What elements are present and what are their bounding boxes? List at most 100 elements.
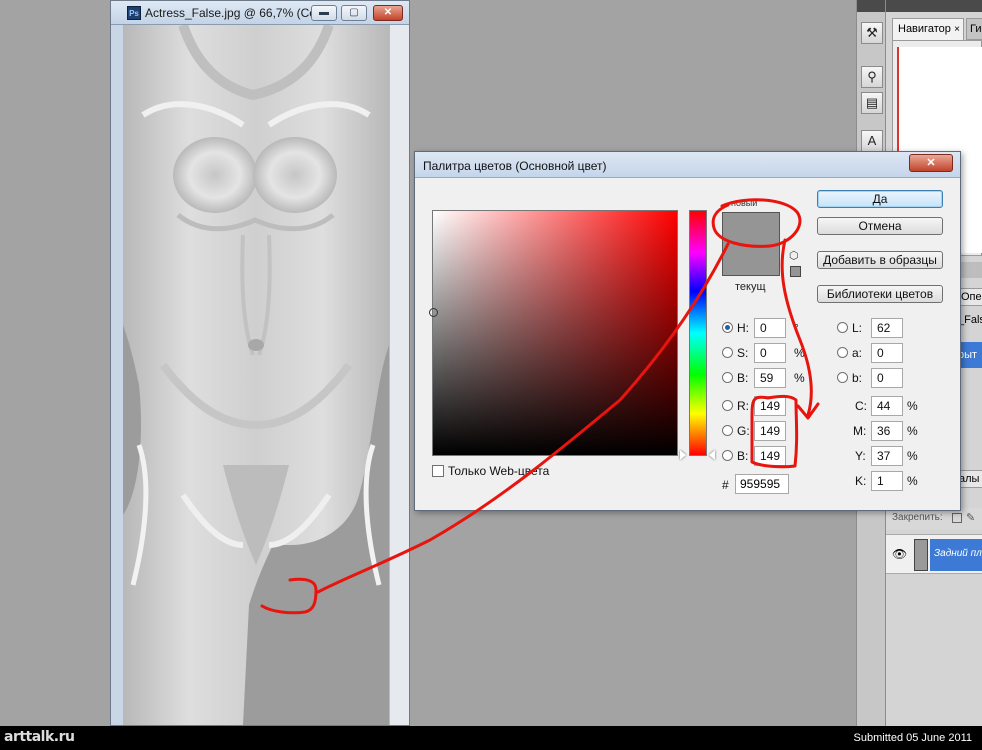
history-item[interactable]: _False [958,314,982,332]
yellow-row: Y: 37 % [851,446,951,466]
hue-row: H: 0 ° [722,318,812,338]
web-safe-cube-icon[interactable]: ⬡ [789,250,801,262]
lab-a-input[interactable]: 0 [871,343,903,363]
document-title: Actress_False.jpg @ 66,7% (Се... [145,6,326,20]
tab-navigator-label: Навигатор [898,23,951,35]
lab-a-row: a: 0 [837,343,927,363]
tab-channels[interactable]: алы [958,470,982,488]
lab-b-row: b: 0 [837,368,927,388]
hue-slider-right-arrow[interactable] [709,450,715,460]
red-row: R: 149 [722,396,812,416]
close-dialog-button[interactable]: ✕ [909,154,953,172]
color-picker-titlebar[interactable]: Палитра цветов (Основной цвет) ✕ [415,152,960,178]
tab-operations[interactable]: Опе [958,288,982,306]
color-libraries-button[interactable]: Библиотеки цветов [817,285,943,303]
current-color-label: текущ [735,281,766,293]
photoshop-app-icon: Ps [127,6,141,20]
hue-slider[interactable] [689,210,707,456]
lock-transparency-icon[interactable] [952,513,962,523]
document-titlebar[interactable]: Ps Actress_False.jpg @ 66,7% (Се... ▬ ▢ … [111,1,409,25]
black-input[interactable]: 1 [871,471,903,491]
lab-b-input[interactable]: 0 [871,368,903,388]
saturation-radio[interactable] [722,347,733,358]
brightness-unit: % [794,371,805,385]
layer-name: Задний пла [934,548,982,559]
hue-label: H: [737,321,749,335]
text-icon[interactable]: A [861,130,883,152]
tab-histogram[interactable]: Гис [966,18,982,40]
black-row: K: 1 % [851,471,951,491]
saturation-row: S: 0 % [722,343,812,363]
visibility-eye-icon[interactable]: 👁 [892,547,907,561]
color-field-cursor[interactable] [429,308,438,317]
brightness-radio[interactable] [722,372,733,383]
web-colors-only-checkbox[interactable] [432,465,444,477]
yellow-label: Y: [855,449,866,463]
color-picker-dialog: Палитра цветов (Основной цвет) ✕ новый т… [414,151,961,511]
green-radio[interactable] [722,425,733,436]
tab-close-icon[interactable]: × [954,19,960,40]
blue-radio[interactable] [722,450,733,461]
document-scroll-edge[interactable] [389,25,409,725]
layer-row[interactable]: 👁 Задний пла [886,534,982,574]
lab-l-row: L: 62 [837,318,927,338]
magenta-label: M: [853,424,867,438]
cyan-label: C: [855,399,867,413]
hue-radio[interactable] [722,322,733,333]
saturation-label: S: [737,346,749,360]
close-document-button[interactable]: ✕ [373,5,403,21]
web-safe-swatch[interactable] [790,266,801,277]
lab-l-radio[interactable] [837,322,848,333]
lock-label: Закрепить: [892,512,943,523]
layer-name-highlight: Задний пла [930,539,982,571]
saturation-unit: % [794,346,805,360]
brightness-row: B: 59 % [722,368,812,388]
lab-l-label: L: [852,321,863,335]
new-color-label: новый [731,198,758,208]
lock-brush-icon[interactable]: ✎ [966,511,975,524]
document-canvas[interactable] [123,25,389,725]
magenta-input[interactable]: 36 [871,421,903,441]
saturation-input[interactable]: 0 [754,343,786,363]
lab-a-radio[interactable] [837,347,848,358]
cyan-input[interactable]: 44 [871,396,903,416]
hex-input[interactable]: 959595 [735,474,789,494]
document-window: Ps Actress_False.jpg @ 66,7% (Се... ▬ ▢ … [110,0,410,726]
hue-slider-left-arrow[interactable] [680,450,686,460]
blue-row: B: 149 [722,446,812,466]
new-color-swatch [722,212,780,244]
texture-image [123,25,389,725]
lab-b-label: b: [852,371,863,385]
minimize-button[interactable]: ▬ [311,5,337,21]
green-input[interactable]: 149 [754,421,786,441]
blue-label: B: [737,449,749,463]
blue-input[interactable]: 149 [754,446,786,466]
cancel-button[interactable]: Отмена [817,217,943,235]
brightness-input[interactable]: 59 [754,368,786,388]
red-radio[interactable] [722,400,733,411]
magenta-unit: % [907,424,918,438]
lab-l-input[interactable]: 62 [871,318,903,338]
submitted-date: Submitted 05 June 2011 [853,732,972,744]
layer-thumbnail [914,539,928,571]
hue-input[interactable]: 0 [754,318,786,338]
web-colors-only-label: Только Web-цвета [448,464,550,478]
panel-topbar[interactable] [886,0,982,12]
red-input[interactable]: 149 [754,396,786,416]
tab-navigator[interactable]: Навигатор × [892,18,964,40]
black-label: K: [855,474,867,488]
current-color-swatch[interactable] [722,244,780,276]
layers-stack-icon[interactable]: ▤ [861,92,883,114]
lab-b-radio[interactable] [837,372,848,383]
yellow-input[interactable]: 37 [871,446,903,466]
tools-strip-header[interactable] [857,0,885,12]
add-to-swatches-button[interactable]: Добавить в образцы [817,251,943,269]
ok-button[interactable]: Да [817,190,943,208]
history-item-selected[interactable]: рыт [958,342,982,368]
red-label: R: [737,399,749,413]
green-row: G: 149 [722,421,812,441]
saturation-brightness-field[interactable] [429,210,678,456]
stamp-icon[interactable]: ⚲ [861,66,883,88]
tools-icon[interactable]: ⚒ [861,22,883,44]
maximize-button[interactable]: ▢ [341,5,367,21]
